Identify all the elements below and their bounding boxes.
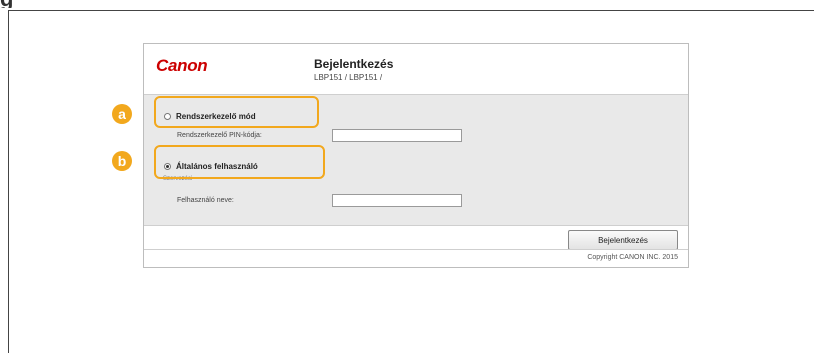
callout-a-highlight (154, 96, 319, 128)
footer: Copyright CANON INC. 2015 (144, 249, 688, 268)
username-label: Felhasználó neve: (177, 197, 234, 204)
callout-b-highlight (154, 145, 325, 179)
pin-input[interactable] (332, 129, 462, 142)
page-heading-fragment: g (0, 0, 60, 8)
button-bar: Bejelentkezés (144, 225, 688, 250)
copyright-text: Copyright CANON INC. 2015 (587, 254, 678, 261)
page-title: Bejelentkezés (314, 57, 394, 71)
login-button[interactable]: Bejelentkezés (568, 230, 678, 250)
device-model: LBP151 / LBP151 / (314, 73, 383, 82)
pin-label: Rendszerkezelő PIN-kódja: (177, 132, 262, 139)
callout-b-icon: b (112, 151, 132, 171)
top-divider (8, 10, 814, 11)
username-input[interactable] (332, 194, 462, 207)
left-divider (8, 10, 9, 353)
canon-logo: Canon (156, 56, 208, 75)
callout-a-icon: a (112, 104, 132, 124)
